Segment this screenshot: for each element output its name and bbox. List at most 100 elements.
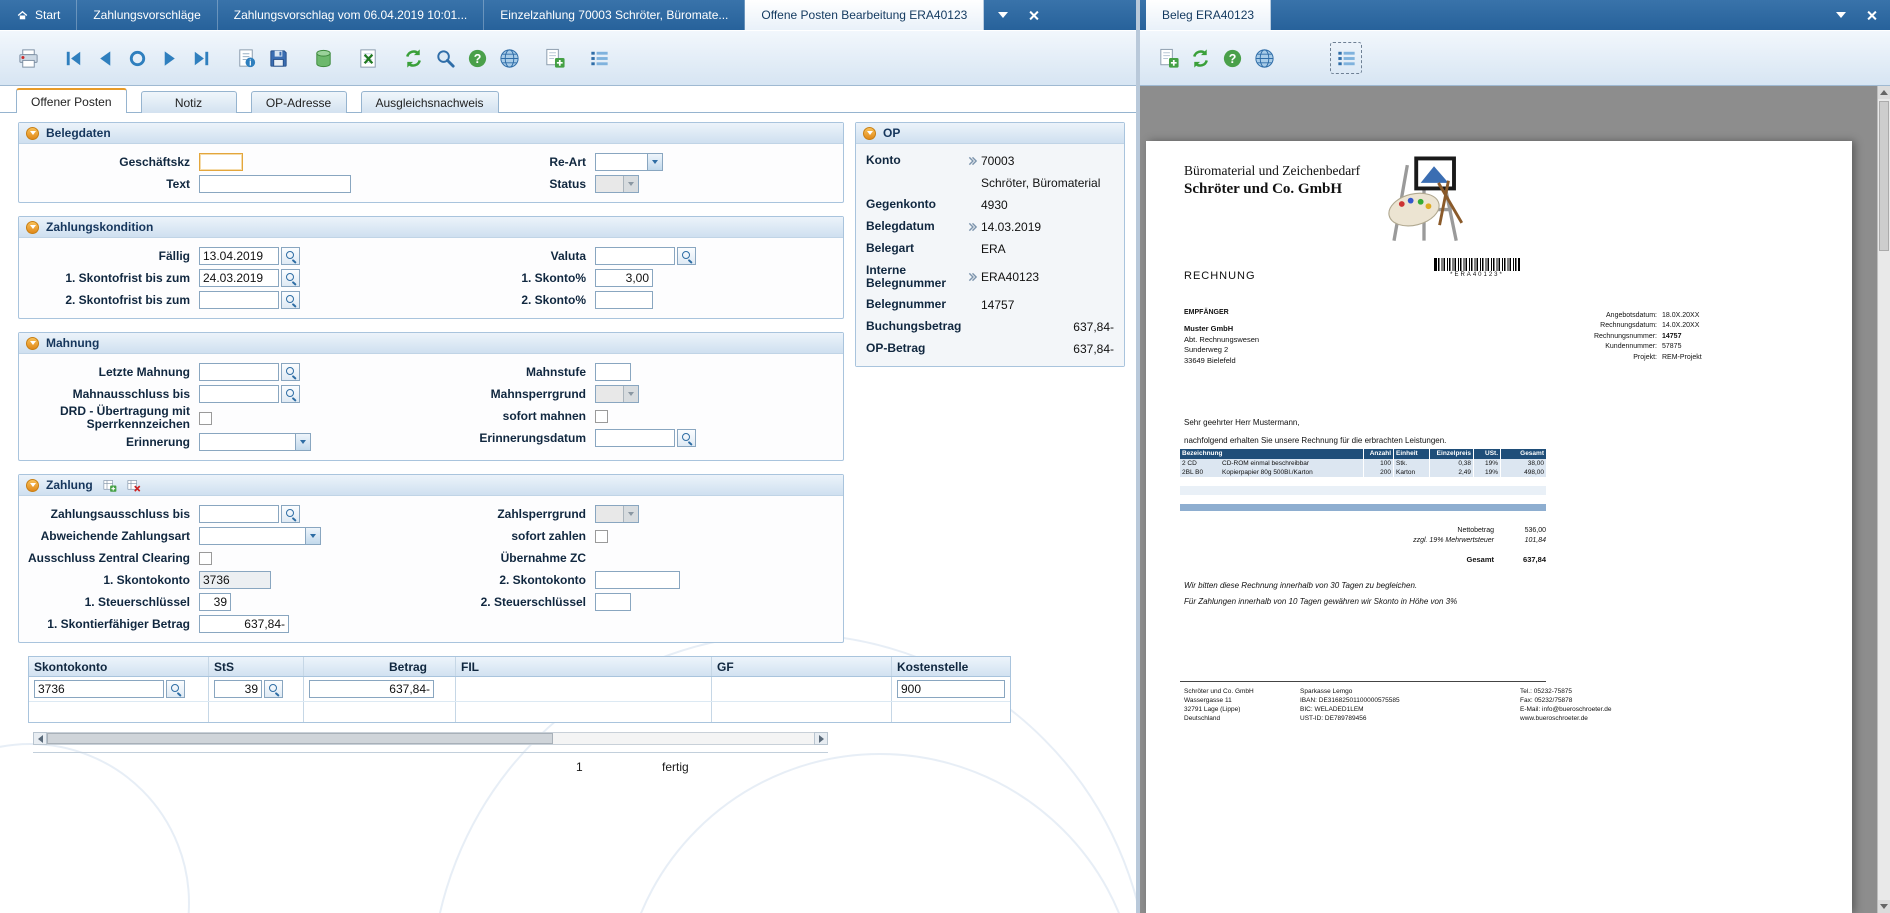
konto-link[interactable]: 70003 bbox=[968, 154, 1014, 168]
post-button[interactable] bbox=[307, 42, 339, 74]
tab-beleg[interactable]: Beleg ERA40123 bbox=[1146, 0, 1272, 30]
scroll-up-button[interactable] bbox=[1878, 86, 1890, 99]
date-lookup-icon[interactable] bbox=[281, 363, 300, 381]
column-header-gf[interactable]: GF bbox=[712, 657, 892, 676]
erinnerungsdatum-input[interactable] bbox=[595, 429, 675, 447]
skontofrist1-input[interactable] bbox=[199, 269, 279, 287]
date-lookup-icon[interactable] bbox=[281, 269, 300, 287]
row-sts-input[interactable] bbox=[214, 680, 262, 698]
valuta-input[interactable] bbox=[595, 247, 675, 265]
print-button[interactable] bbox=[12, 42, 44, 74]
scrollbar-thumb[interactable] bbox=[47, 733, 554, 744]
interne-belegnummer-link[interactable]: ERA40123 bbox=[968, 270, 1039, 284]
document-info-button[interactable]: i bbox=[230, 42, 262, 74]
faellig-input[interactable] bbox=[199, 247, 279, 265]
skontofrist2-input[interactable] bbox=[199, 291, 279, 309]
skonto1-input[interactable] bbox=[595, 269, 653, 287]
steuerschluessel1-input[interactable] bbox=[199, 593, 231, 611]
text-input[interactable] bbox=[199, 175, 351, 193]
nav-stop-button[interactable] bbox=[121, 42, 153, 74]
account-lookup-icon[interactable] bbox=[166, 680, 185, 698]
sofort-zahlen-checkbox[interactable] bbox=[595, 529, 608, 543]
refresh-button[interactable] bbox=[1184, 42, 1216, 74]
internet-button[interactable] bbox=[1248, 42, 1280, 74]
collapse-icon[interactable] bbox=[863, 126, 876, 140]
zahlungsausschluss-input[interactable] bbox=[199, 505, 279, 523]
collapse-icon[interactable] bbox=[26, 126, 39, 140]
date-lookup-icon[interactable] bbox=[281, 247, 300, 265]
cell-fil[interactable] bbox=[456, 677, 712, 701]
tab-offene-posten-bearbeitung[interactable]: Offene Posten Bearbeitung ERA40123 bbox=[745, 0, 985, 30]
column-header-kostenstelle[interactable]: Kostenstelle bbox=[892, 657, 1010, 676]
help-button[interactable]: ? bbox=[1216, 42, 1248, 74]
letzte-mahnung-input[interactable] bbox=[199, 363, 279, 381]
collapse-icon[interactable] bbox=[26, 336, 39, 350]
mahnausschluss-input[interactable] bbox=[199, 385, 279, 403]
date-lookup-icon[interactable] bbox=[677, 429, 696, 447]
list-view-button[interactable] bbox=[1330, 42, 1362, 74]
tab-op-adresse[interactable]: OP-Adresse bbox=[250, 91, 347, 113]
date-lookup-icon[interactable] bbox=[281, 505, 300, 523]
column-header-sts[interactable]: StS bbox=[209, 657, 304, 676]
new-document-button[interactable] bbox=[1152, 42, 1184, 74]
help-button[interactable]: ? bbox=[461, 42, 493, 74]
refresh-button[interactable] bbox=[397, 42, 429, 74]
tab-start[interactable]: Start bbox=[0, 0, 78, 30]
table-empty-row[interactable] bbox=[29, 702, 1010, 722]
internet-button[interactable] bbox=[493, 42, 525, 74]
cell-gf[interactable] bbox=[712, 677, 892, 701]
nav-first-button[interactable] bbox=[57, 42, 89, 74]
date-lookup-icon[interactable] bbox=[281, 385, 300, 403]
tab-list-dropdown-button[interactable] bbox=[1834, 8, 1848, 22]
scroll-right-button[interactable] bbox=[814, 732, 828, 745]
row-betrag-input[interactable] bbox=[309, 680, 434, 698]
drd-sperrkennzeichen-checkbox[interactable] bbox=[199, 411, 212, 425]
nav-next-button[interactable] bbox=[153, 42, 185, 74]
tab-list-dropdown-button[interactable] bbox=[996, 8, 1010, 22]
tab-notiz[interactable]: Notiz bbox=[140, 91, 237, 113]
nav-last-button[interactable] bbox=[185, 42, 217, 74]
tab-zahlungsvorschlaege[interactable]: Zahlungsvorschläge bbox=[77, 0, 218, 30]
skonto2-input[interactable] bbox=[595, 291, 653, 309]
date-lookup-icon[interactable] bbox=[677, 247, 696, 265]
belegdatum-link[interactable]: 14.03.2019 bbox=[968, 220, 1041, 234]
skontierfaehiger-betrag-input[interactable] bbox=[199, 615, 289, 633]
column-header-skontokonto[interactable]: Skontokonto bbox=[29, 657, 209, 676]
vertical-scrollbar[interactable] bbox=[1877, 86, 1890, 913]
steuerschluessel2-input[interactable] bbox=[595, 593, 631, 611]
close-tab-button[interactable] bbox=[1026, 8, 1040, 22]
scrollbar-thumb[interactable] bbox=[1879, 101, 1889, 251]
document-viewer[interactable]: Büromaterial und Zeichenbedarf Schröter … bbox=[1140, 86, 1890, 913]
geschaeftskz-input[interactable] bbox=[199, 153, 243, 171]
column-header-betrag[interactable]: Betrag bbox=[304, 657, 456, 676]
nav-previous-button[interactable] bbox=[89, 42, 121, 74]
skontokonto1-input[interactable] bbox=[199, 571, 271, 589]
new-document-button[interactable] bbox=[538, 42, 570, 74]
row-skontokonto-input[interactable] bbox=[34, 680, 164, 698]
excel-export-button[interactable] bbox=[352, 42, 384, 74]
tax-key-lookup-icon[interactable] bbox=[264, 680, 283, 698]
tab-offener-posten[interactable]: Offener Posten bbox=[16, 88, 127, 113]
scrollbar-track[interactable] bbox=[47, 732, 814, 745]
erinnerung-dropdown[interactable] bbox=[199, 433, 311, 451]
delete-row-icon[interactable] bbox=[126, 478, 141, 493]
scroll-down-button[interactable] bbox=[1878, 900, 1890, 913]
save-button[interactable] bbox=[262, 42, 294, 74]
reart-dropdown[interactable] bbox=[595, 153, 663, 171]
add-row-icon[interactable] bbox=[102, 478, 117, 493]
abweichende-zahlungsart-dropdown[interactable] bbox=[199, 527, 321, 545]
close-tab-button[interactable] bbox=[1864, 8, 1878, 22]
search-button[interactable] bbox=[429, 42, 461, 74]
ausschluss-zentral-clearing-checkbox[interactable] bbox=[199, 551, 212, 565]
skontokonto2-input[interactable] bbox=[595, 571, 680, 589]
collapse-icon[interactable] bbox=[26, 220, 39, 234]
collapse-icon[interactable] bbox=[26, 478, 39, 492]
date-lookup-icon[interactable] bbox=[281, 291, 300, 309]
sofort-mahnen-checkbox[interactable] bbox=[595, 409, 608, 423]
tab-einzelzahlung[interactable]: Einzelzahlung 70003 Schröter, Büromate..… bbox=[484, 0, 746, 30]
mahnstufe-input[interactable] bbox=[595, 363, 631, 381]
scroll-left-button[interactable] bbox=[33, 732, 47, 745]
tab-ausgleichsnachweis[interactable]: Ausgleichsnachweis bbox=[360, 91, 499, 113]
row-kostenstelle-input[interactable] bbox=[897, 680, 1005, 698]
list-view-button[interactable] bbox=[583, 42, 615, 74]
